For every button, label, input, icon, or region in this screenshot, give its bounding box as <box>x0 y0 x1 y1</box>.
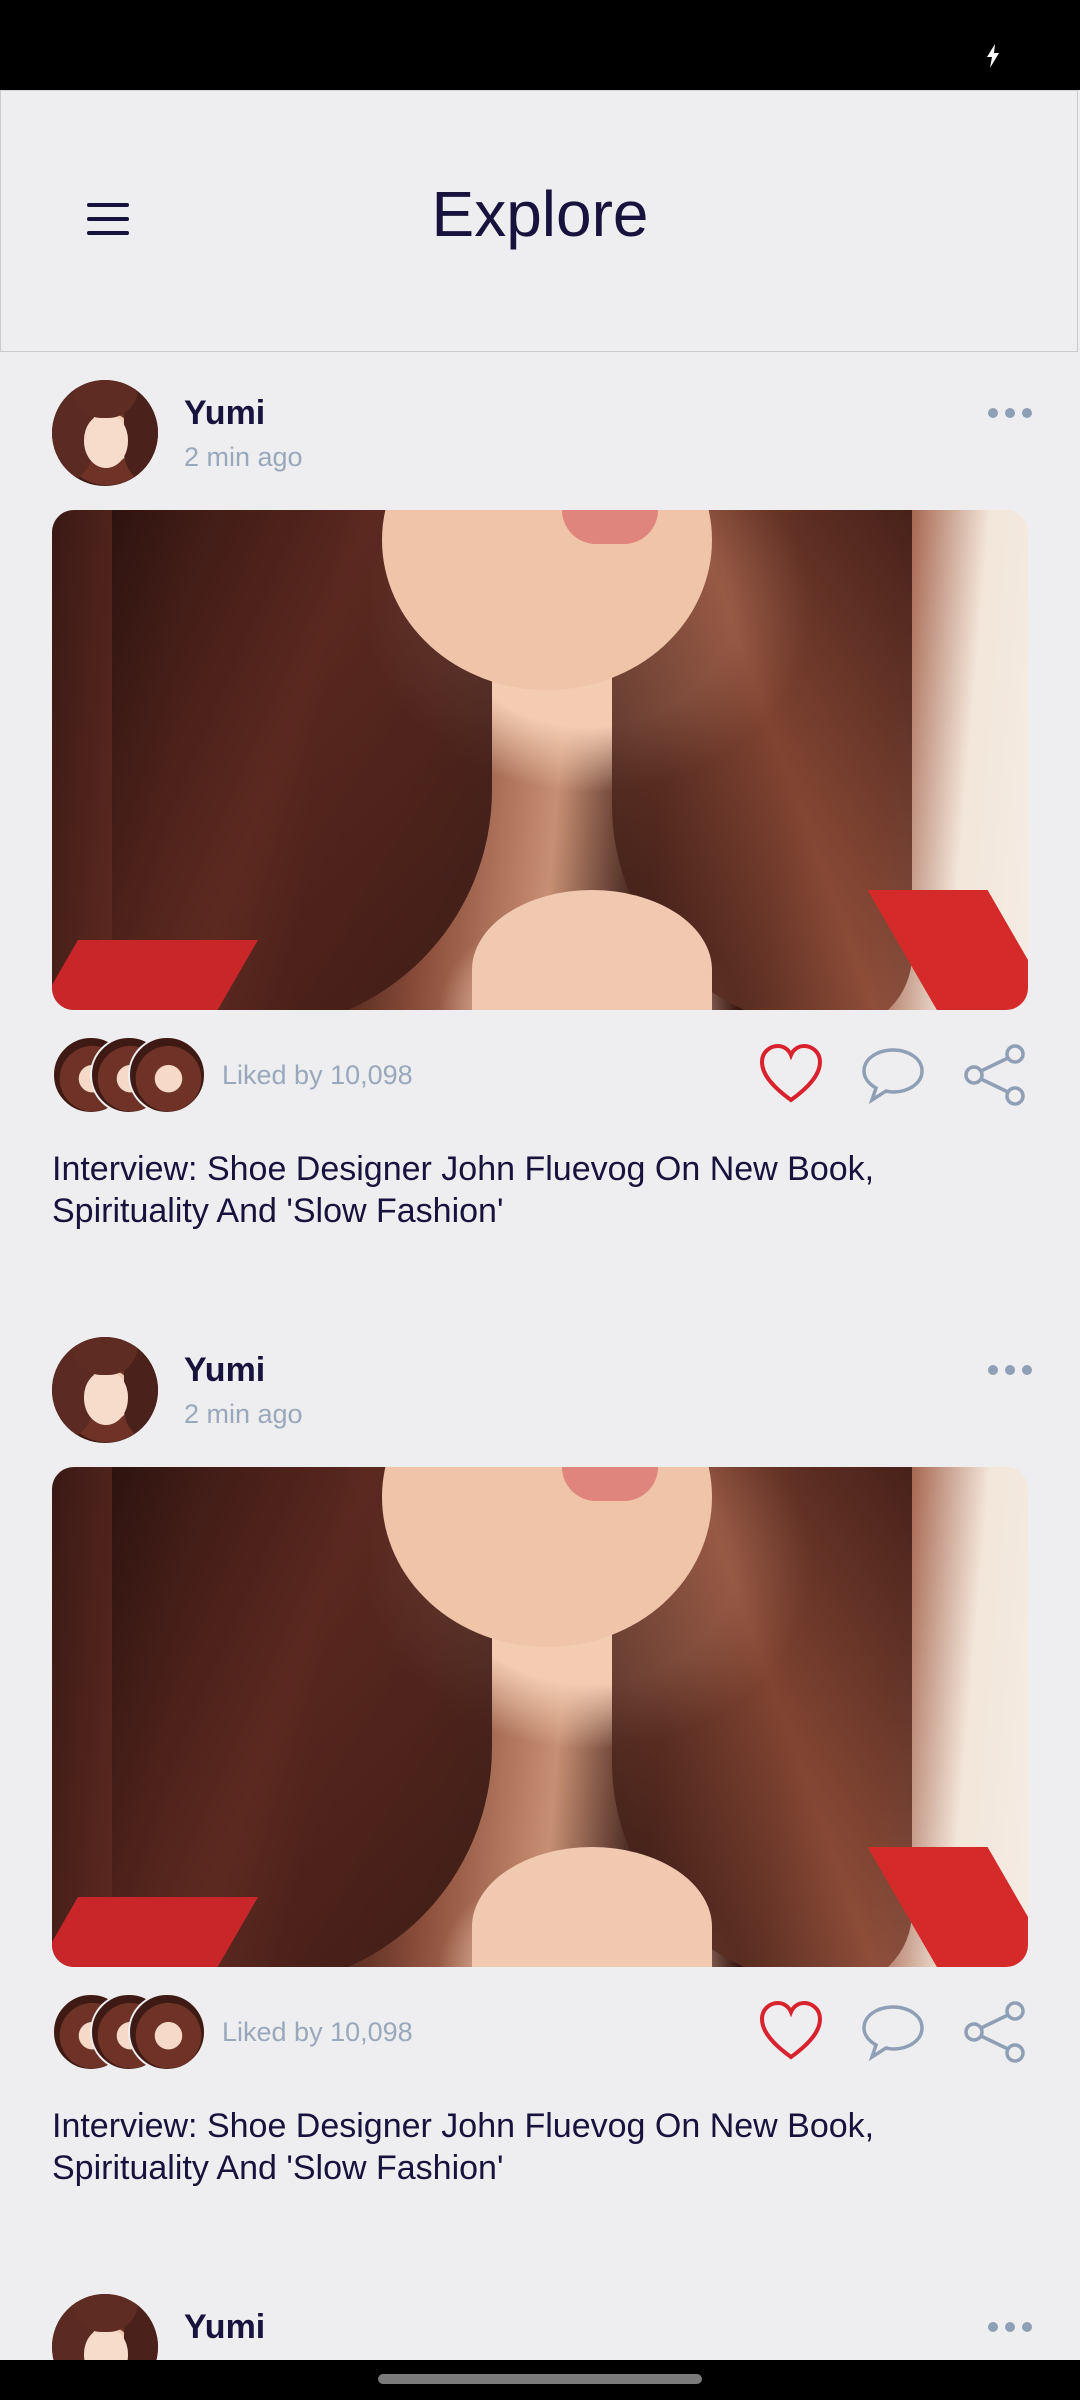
charging-icon <box>987 44 999 68</box>
author-avatar[interactable] <box>52 2294 158 2360</box>
page-title: Explore <box>431 178 649 250</box>
comment-icon[interactable] <box>860 1999 926 2065</box>
post-caption[interactable]: Interview: Shoe Designer John Fluevog On… <box>52 1148 1032 1232</box>
author-name[interactable]: Yumi <box>184 394 265 433</box>
liker-avatars[interactable] <box>52 1993 212 2073</box>
heart-icon[interactable] <box>758 1999 824 2065</box>
app-header: Explore <box>0 90 1078 352</box>
post-time: 2 min ago <box>184 1399 303 1429</box>
share-icon[interactable] <box>962 1042 1028 1108</box>
post-image[interactable] <box>52 510 1028 1010</box>
comment-icon[interactable] <box>860 1042 926 1108</box>
post-caption[interactable]: Interview: Shoe Designer John Fluevog On… <box>52 2105 1032 2189</box>
heart-icon[interactable] <box>758 1042 824 1108</box>
status-bar <box>0 0 1080 90</box>
more-options-icon[interactable] <box>988 1363 1032 1377</box>
feed[interactable]: Yumi 2 min ago Liked by 10,098 Interview… <box>0 352 1080 2360</box>
navigation-bar <box>0 2360 1080 2400</box>
post-image[interactable] <box>52 1467 1028 1967</box>
post-time: 2 min ago <box>184 442 303 472</box>
share-icon[interactable] <box>962 1999 1028 2065</box>
author-name[interactable]: Yumi <box>184 1351 265 1390</box>
liker-avatars[interactable] <box>52 1036 212 1116</box>
author-name[interactable]: Yumi <box>184 2308 265 2347</box>
likes-count[interactable]: Liked by 10,098 <box>222 2017 413 2048</box>
more-options-icon[interactable] <box>988 406 1032 420</box>
more-options-icon[interactable] <box>988 2320 1032 2334</box>
likes-count[interactable]: Liked by 10,098 <box>222 1060 413 1091</box>
author-avatar[interactable] <box>52 1337 158 1443</box>
home-indicator[interactable] <box>378 2374 702 2384</box>
author-avatar[interactable] <box>52 380 158 486</box>
